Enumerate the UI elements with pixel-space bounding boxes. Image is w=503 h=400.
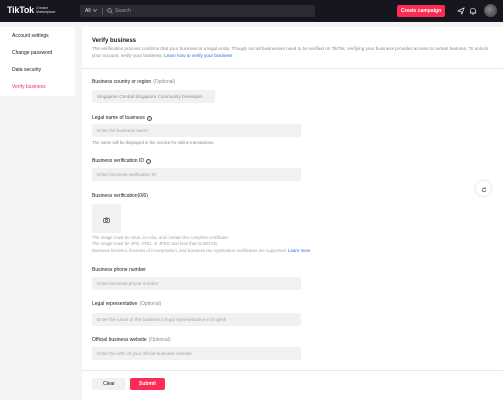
camera-icon xyxy=(103,210,110,228)
bell-icon[interactable] xyxy=(468,6,477,15)
search-icon xyxy=(107,8,113,14)
info-icon[interactable]: ? xyxy=(146,115,152,121)
legal-rep-label: Legal representative (Optional) xyxy=(92,301,162,307)
top-bar: TikTok Creator Marketplace All Create ca… xyxy=(0,0,503,22)
verification-id-label: Business verification ID ? xyxy=(92,158,151,164)
search-input[interactable] xyxy=(115,8,295,14)
verification-id-input[interactable] xyxy=(92,168,301,181)
legal-name-hint: The name will be displayed in the invoic… xyxy=(92,140,215,145)
footer-divider xyxy=(82,370,503,371)
sidebar-item-verify-business[interactable]: Verify business xyxy=(0,78,75,95)
logo-text: TikTok xyxy=(7,5,34,15)
country-select[interactable]: Singapore Central Singapore Community De… xyxy=(92,90,215,103)
phone-label: Business phone number xyxy=(92,267,146,273)
page-description: The verification process confirms that y… xyxy=(92,46,489,58)
website-label: Official business website (Optional) xyxy=(92,337,171,343)
settings-sidebar: Account settings Change password Data se… xyxy=(0,27,75,96)
section-divider xyxy=(82,68,503,69)
website-input[interactable] xyxy=(92,347,301,360)
upload-requirements: The image must be clear, in color, and c… xyxy=(92,235,311,253)
learn-how-link[interactable]: Learn how to verify your business xyxy=(164,53,232,58)
help-float-button[interactable] xyxy=(476,181,491,196)
info-icon[interactable]: ? xyxy=(145,158,151,164)
sidebar-item-account-settings[interactable]: Account settings xyxy=(0,27,75,44)
legal-name-input[interactable] xyxy=(92,124,301,137)
submit-button[interactable]: Submit xyxy=(130,378,165,390)
avatar[interactable] xyxy=(484,4,497,17)
learn-more-link[interactable]: Learn more xyxy=(288,248,310,253)
search-bar: All xyxy=(80,5,315,17)
tiktok-logo[interactable]: TikTok Creator Marketplace xyxy=(7,5,56,15)
clear-button[interactable]: Clear xyxy=(92,378,126,390)
upload-area[interactable] xyxy=(92,204,121,233)
create-campaign-button[interactable]: Create campaign xyxy=(397,5,445,17)
page-title: Verify business xyxy=(92,38,137,44)
phone-input[interactable] xyxy=(92,277,301,290)
search-scope-select[interactable]: All xyxy=(80,8,102,14)
verification-doc-label: Business verification(0/6) xyxy=(92,193,148,199)
sidebar-item-change-password[interactable]: Change password xyxy=(0,44,75,61)
chevron-down-icon xyxy=(92,8,97,14)
legal-rep-input[interactable] xyxy=(92,313,301,326)
refresh-icon xyxy=(481,180,487,198)
search-divider xyxy=(102,7,103,15)
verify-business-panel: Verify business The verification process… xyxy=(82,27,503,400)
legal-name-label: Legal name of business ? xyxy=(92,115,152,121)
logo-subtitle: Creator Marketplace xyxy=(35,6,56,14)
sidebar-item-data-security[interactable]: Data security xyxy=(0,61,75,78)
country-label: Business country or region (Optional) xyxy=(92,79,176,85)
send-icon[interactable] xyxy=(456,6,465,15)
